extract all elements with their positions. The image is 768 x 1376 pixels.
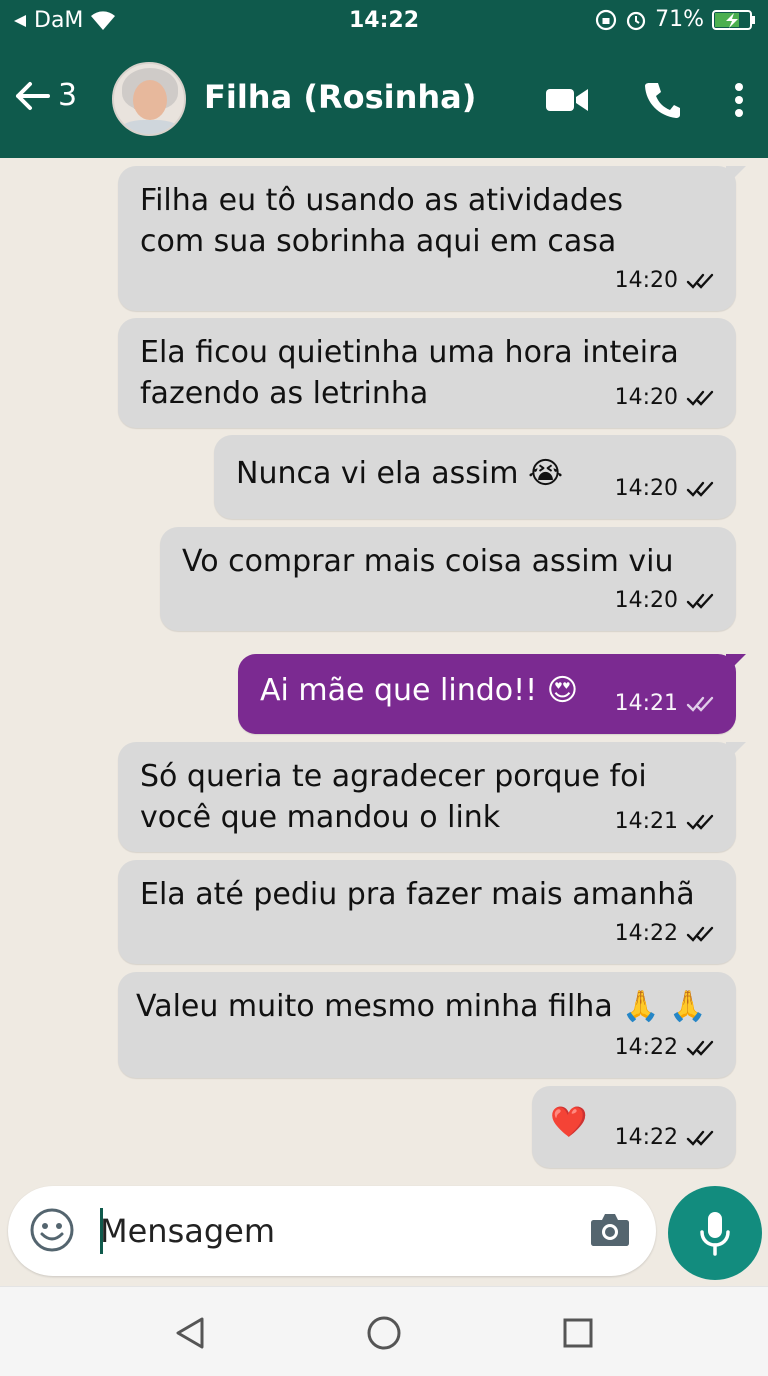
double-check-icon xyxy=(686,593,714,609)
microphone-icon xyxy=(700,1212,730,1256)
status-bar: DaM 14:22 71% xyxy=(0,0,768,44)
header-actions xyxy=(544,80,744,120)
unread-count: 3 xyxy=(58,78,78,113)
message-bubble[interactable]: Valeu muito mesmo minha filha 🙏 🙏 14:22 xyxy=(118,972,736,1078)
voice-record-button[interactable] xyxy=(668,1186,762,1280)
double-check-icon xyxy=(686,1130,714,1146)
double-check-icon xyxy=(686,1040,714,1056)
message-bubble[interactable]: Filha eu tô usando as atividades com sua… xyxy=(118,166,746,311)
contact-avatar[interactable] xyxy=(112,62,186,136)
video-call-icon[interactable] xyxy=(544,84,590,116)
message-meta: 14:20 xyxy=(615,260,718,301)
message-bubble[interactable]: Nunca vi ela assim 😭 14:20 xyxy=(214,435,736,519)
message-composer xyxy=(8,1186,656,1276)
message-meta: 14:22 xyxy=(615,913,718,954)
message-meta: 14:21 xyxy=(615,683,718,724)
system-nav-bar xyxy=(0,1286,768,1376)
message-meta: 14:21 xyxy=(615,801,718,842)
message-meta: 14:20 xyxy=(615,468,718,509)
message-bubble[interactable]: Ela até pediu pra fazer mais amanhã 14:2… xyxy=(118,860,736,964)
message-input[interactable] xyxy=(100,1208,570,1254)
double-check-icon xyxy=(686,814,714,830)
battery-percent: 71% xyxy=(655,7,704,32)
nav-recents-icon[interactable] xyxy=(558,1313,598,1353)
message-text: Valeu muito mesmo minha filha 🙏 🙏 xyxy=(136,989,707,1024)
camera-icon[interactable] xyxy=(588,1208,632,1252)
double-check-icon xyxy=(686,481,714,497)
message-meta: 14:22 xyxy=(615,1027,718,1068)
double-check-icon xyxy=(686,696,714,712)
message-bubble[interactable]: Ela ficou quietinha uma hora inteira faz… xyxy=(118,318,736,428)
message-time: 14:21 xyxy=(614,809,678,834)
double-check-icon xyxy=(686,390,714,406)
message-text: Ela até pediu pra fazer mais amanhã xyxy=(140,877,695,912)
message-time: 14:20 xyxy=(614,385,678,410)
message-bubble[interactable]: Vo comprar mais coisa assim viu 14:20 xyxy=(160,527,736,631)
battery-charging-icon xyxy=(712,9,755,30)
message-time: 14:22 xyxy=(614,1125,678,1150)
message-meta: 14:20 xyxy=(615,580,718,621)
message-bubble-sent[interactable]: Ai mãe que lindo!! 😍 14:21 xyxy=(238,654,746,734)
chat-header: DaM 14:22 71% 3 Filha (Rosinha) xyxy=(0,0,768,158)
message-time: 14:20 xyxy=(614,588,678,613)
bubble-tail xyxy=(726,742,746,762)
emoji-icon[interactable] xyxy=(28,1206,76,1254)
message-bubble[interactable]: Só queria te agradecer porque foi você q… xyxy=(118,742,746,852)
phone-call-icon[interactable] xyxy=(642,80,682,120)
message-time: 14:20 xyxy=(614,476,678,501)
message-time: 14:22 xyxy=(614,1035,678,1060)
back-button[interactable]: 3 xyxy=(14,78,77,113)
app-bar: 3 Filha (Rosinha) xyxy=(0,54,768,146)
message-time: 14:21 xyxy=(614,691,678,716)
message-meta: 14:22 xyxy=(615,1117,718,1158)
contact-name[interactable]: Filha (Rosinha) xyxy=(204,78,476,116)
message-time: 14:22 xyxy=(614,921,678,946)
message-time: 14:20 xyxy=(614,268,678,293)
alarm-icon xyxy=(626,11,646,30)
rotation-lock-icon xyxy=(595,9,617,30)
double-check-icon xyxy=(686,273,714,289)
message-text: Filha eu tô usando as atividades com sua… xyxy=(140,183,623,259)
message-text: Vo comprar mais coisa assim viu xyxy=(182,544,674,579)
nav-home-icon[interactable] xyxy=(364,1313,404,1353)
double-check-icon xyxy=(686,926,714,942)
message-meta: 14:20 xyxy=(615,377,718,418)
nav-back-icon[interactable] xyxy=(170,1313,210,1353)
bubble-tail xyxy=(726,654,746,674)
more-options-icon[interactable] xyxy=(734,82,744,118)
text-caret xyxy=(100,1208,103,1254)
message-bubble[interactable]: ❤️ 14:22 xyxy=(532,1086,736,1168)
chat-area: Filha eu tô usando as atividades com sua… xyxy=(0,158,768,1180)
status-right: 71% xyxy=(595,7,756,32)
arrow-left-icon xyxy=(16,81,50,110)
bubble-tail xyxy=(726,166,746,186)
